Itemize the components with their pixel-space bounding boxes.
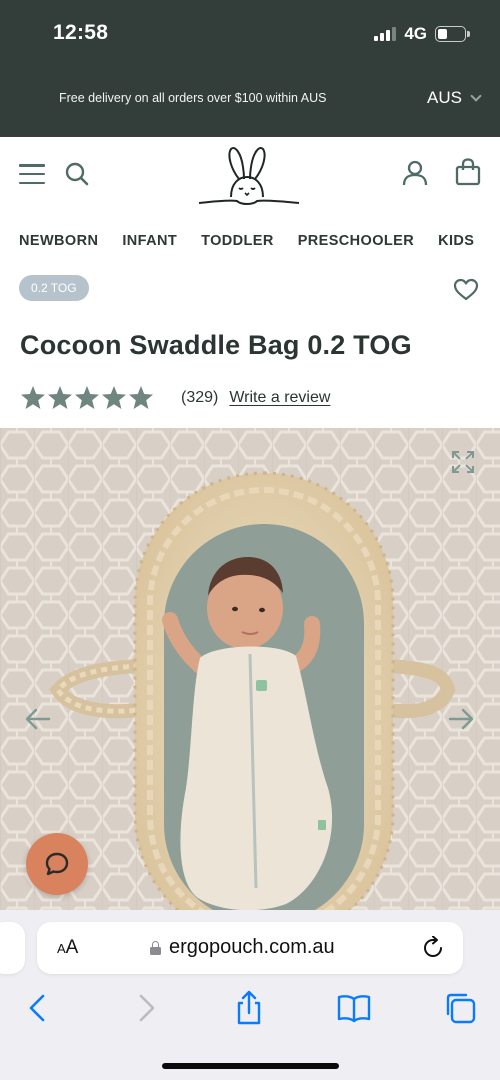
url-text: ergopouch.com.au	[169, 936, 335, 958]
tabs-icon[interactable]	[442, 990, 478, 1026]
region-selector[interactable]: AUS	[427, 88, 482, 108]
previous-tab-preview[interactable]	[0, 922, 25, 974]
product-title: Cocoon Swaddle Bag 0.2 TOG	[20, 330, 412, 360]
promo-text: Free delivery on all orders over $100 wi…	[59, 91, 327, 105]
region-label: AUS	[427, 88, 462, 107]
star-icon	[21, 386, 45, 409]
hamburger-icon[interactable]	[19, 164, 45, 184]
star-icon	[48, 386, 72, 409]
reload-icon[interactable]	[423, 936, 445, 960]
tog-badge: 0.2 TOG	[19, 275, 89, 301]
account-icon[interactable]	[401, 159, 429, 187]
review-count: (329)	[181, 388, 219, 406]
chat-button[interactable]	[26, 833, 88, 895]
url-display[interactable]: ergopouch.com.au	[150, 936, 335, 959]
star-icon	[75, 386, 99, 409]
star-rating	[20, 385, 154, 410]
arrow-right-icon[interactable]	[448, 708, 474, 730]
nav-item-preschooler[interactable]: PRESCHOOLER	[298, 233, 414, 249]
write-review-link[interactable]: Write a review	[229, 389, 330, 407]
chevron-down-icon	[470, 89, 482, 102]
reader-settings-button[interactable]: AA	[57, 937, 78, 959]
category-nav: NEWBORN INFANT TODDLER PRESCHOOLER KIDS	[19, 232, 500, 252]
search-icon[interactable]	[64, 161, 90, 187]
forward-icon[interactable]	[128, 990, 164, 1026]
chat-icon	[45, 852, 69, 876]
heart-icon[interactable]	[453, 278, 479, 302]
nav-item-newborn[interactable]: NEWBORN	[19, 233, 98, 249]
bookmarks-icon[interactable]	[336, 990, 372, 1026]
signal-icon	[374, 27, 397, 41]
star-icon	[129, 386, 153, 409]
top-band: 12:58 4G Free delivery on all orders ove…	[0, 0, 500, 137]
product-rating: (329) Write a review	[20, 385, 330, 410]
site-header	[0, 137, 500, 219]
network-label: 4G	[404, 24, 427, 43]
share-icon[interactable]	[231, 990, 267, 1026]
star-icon	[102, 386, 126, 409]
browser-nav-bar	[0, 990, 500, 1030]
nav-item-kids[interactable]: KIDS	[438, 233, 474, 249]
product-image-gallery[interactable]	[0, 428, 500, 910]
address-bar[interactable]: AA ergopouch.com.au	[37, 922, 463, 974]
nav-item-infant[interactable]: INFANT	[122, 233, 177, 249]
nav-item-toddler[interactable]: TODDLER	[201, 233, 274, 249]
product-photo	[0, 428, 500, 910]
status-indicators: 4G	[374, 24, 470, 44]
browser-toolbar: AA ergopouch.com.au	[0, 910, 500, 1080]
lock-icon	[150, 940, 161, 955]
arrow-left-icon[interactable]	[25, 708, 51, 730]
expand-icon[interactable]	[451, 450, 475, 474]
battery-icon	[435, 26, 470, 42]
back-icon[interactable]	[20, 990, 56, 1026]
status-time: 12:58	[53, 21, 109, 44]
home-indicator	[162, 1063, 339, 1069]
bunny-logo[interactable]	[197, 145, 301, 211]
bag-icon[interactable]	[455, 158, 481, 186]
